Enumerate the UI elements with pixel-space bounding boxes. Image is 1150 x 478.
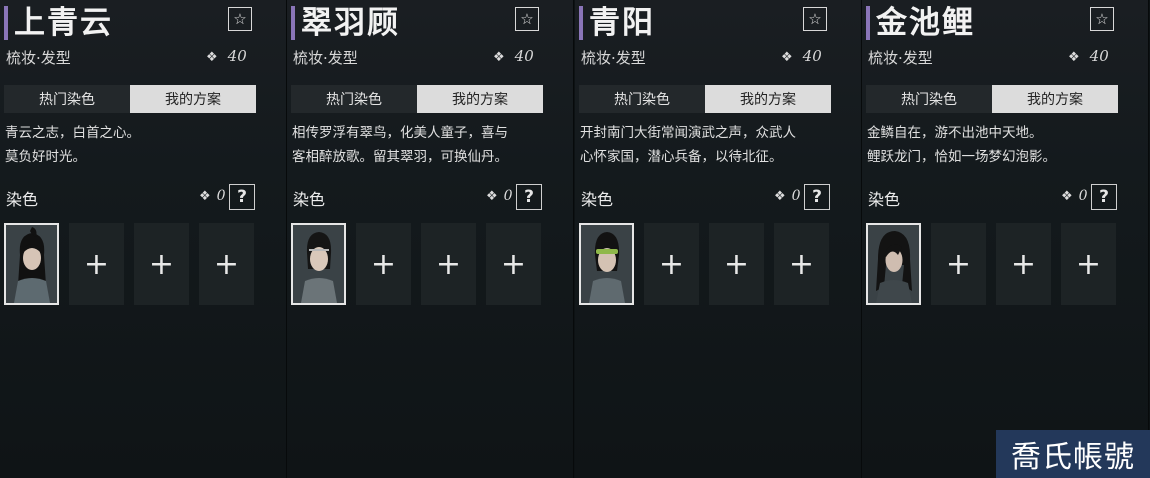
tab-my-schemes[interactable]: 我的方案: [992, 85, 1118, 113]
add-dye-slot-plus-icon[interactable]: +: [486, 223, 541, 305]
jade-coin-icon: ❖: [774, 189, 786, 204]
card-subtitle: 梳妆·发型: [6, 49, 71, 67]
add-dye-slot-plus-icon[interactable]: +: [709, 223, 764, 305]
description-line: 心怀家国，潜心兵备，以待北征。: [580, 149, 783, 165]
price-value: 40: [802, 47, 822, 65]
card-subtitle: 梳妆·发型: [868, 49, 933, 67]
watermark: 喬氏帳號: [996, 430, 1150, 478]
hairstyle-preview-thumbnail[interactable]: [291, 223, 346, 305]
add-dye-slot-plus-icon[interactable]: +: [199, 223, 254, 305]
card-title: 金池鲤: [876, 5, 975, 41]
dye-cost-value: 0: [216, 188, 226, 204]
price-value: 40: [514, 47, 534, 65]
add-dye-slot-plus-icon[interactable]: +: [69, 223, 124, 305]
description-line: 开封南门大街常闻演武之声，众武人: [580, 125, 796, 141]
card-title: 上青云: [14, 5, 113, 41]
hairstyle-card-jinchili: 金池鲤 ☆ 梳妆·发型 ❖ 40 热门染色 我的方案 金鳞自在，游不出池中天地。 …: [862, 0, 1149, 478]
jade-coin-icon: ❖: [1068, 50, 1080, 65]
card-title: 青阳: [589, 5, 655, 41]
favorite-star-icon[interactable]: ☆: [515, 7, 539, 31]
dye-cost-value: 0: [791, 188, 801, 204]
hairstyle-card-shangqingyun: 上青云 ☆ 梳妆·发型 ❖ 40 热门染色 我的方案 青云之志，白首之心。 莫负好…: [0, 0, 287, 478]
dye-cost-value: 0: [503, 188, 513, 204]
description-line: 鲤跃龙门，恰如一场梦幻泡影。: [867, 149, 1056, 165]
card-title: 翠羽顾: [301, 5, 400, 41]
add-dye-slot-plus-icon[interactable]: +: [421, 223, 476, 305]
dye-cost: ❖ 0: [199, 188, 226, 204]
title-accent-bar: [866, 6, 870, 40]
dye-label: 染色: [293, 190, 326, 209]
card-description: 金鳞自在，游不出池中天地。 鲤跃龙门，恰如一场梦幻泡影。: [867, 121, 1122, 169]
add-dye-slot-plus-icon[interactable]: +: [356, 223, 411, 305]
tab-popular-dyes[interactable]: 热门染色: [579, 85, 705, 113]
add-dye-slot-plus-icon[interactable]: +: [1061, 223, 1116, 305]
jade-coin-icon: ❖: [493, 50, 505, 65]
hairstyle-preview-thumbnail[interactable]: [4, 223, 59, 305]
hairstyle-preview-thumbnail[interactable]: [579, 223, 634, 305]
add-dye-slot-plus-icon[interactable]: +: [931, 223, 986, 305]
card-subtitle: 梳妆·发型: [293, 49, 358, 67]
description-line: 青云之志，白首之心。: [5, 125, 140, 141]
price-value: 40: [227, 47, 247, 65]
jade-coin-icon: ❖: [486, 189, 498, 204]
description-line: 金鳞自在，游不出池中天地。: [867, 125, 1043, 141]
dye-cost-value: 0: [1078, 188, 1088, 204]
title-accent-bar: [291, 6, 295, 40]
card-description: 开封南门大街常闻演武之声，众武人 心怀家国，潜心兵备，以待北征。: [580, 121, 835, 169]
hairstyle-card-qingyang: 青阳 ☆ 梳妆·发型 ❖ 40 热门染色 我的方案 开封南门大街常闻演武之声，众武…: [575, 0, 862, 478]
add-dye-slot-plus-icon[interactable]: +: [134, 223, 189, 305]
add-dye-slot-plus-icon[interactable]: +: [644, 223, 699, 305]
price-value: 40: [1089, 47, 1109, 65]
tab-popular-dyes[interactable]: 热门染色: [866, 85, 992, 113]
price: ❖ 40: [206, 47, 247, 65]
dye-slots: + + +: [579, 223, 829, 305]
card-description: 青云之志，白首之心。 莫负好时光。: [5, 121, 260, 169]
dye-label: 染色: [868, 190, 901, 209]
favorite-star-icon[interactable]: ☆: [1090, 7, 1114, 31]
dye-label: 染色: [6, 190, 39, 209]
tab-bar: 热门染色 我的方案: [4, 85, 256, 113]
tab-my-schemes[interactable]: 我的方案: [417, 85, 543, 113]
jade-coin-icon: ❖: [1061, 189, 1073, 204]
help-button[interactable]: ?: [804, 184, 830, 210]
price: ❖ 40: [1068, 47, 1109, 65]
dye-cost: ❖ 0: [486, 188, 513, 204]
dye-cost: ❖ 0: [774, 188, 801, 204]
card-description: 相传罗浮有翠鸟，化美人童子，喜与 客相醉放歌。留其翠羽，可换仙丹。: [292, 121, 547, 169]
tab-bar: 热门染色 我的方案: [866, 85, 1118, 113]
add-dye-slot-plus-icon[interactable]: +: [996, 223, 1051, 305]
dye-slots: + + +: [866, 223, 1116, 305]
tab-bar: 热门染色 我的方案: [291, 85, 543, 113]
price: ❖ 40: [781, 47, 822, 65]
card-subtitle: 梳妆·发型: [581, 49, 646, 67]
dye-slots: + + +: [291, 223, 541, 305]
dye-label: 染色: [581, 190, 614, 209]
add-dye-slot-plus-icon[interactable]: +: [774, 223, 829, 305]
help-button[interactable]: ?: [516, 184, 542, 210]
description-line: 相传罗浮有翠鸟，化美人童子，喜与: [292, 125, 508, 141]
tab-my-schemes[interactable]: 我的方案: [130, 85, 256, 113]
tab-bar: 热门染色 我的方案: [579, 85, 831, 113]
favorite-star-icon[interactable]: ☆: [228, 7, 252, 31]
title-accent-bar: [4, 6, 8, 40]
tab-popular-dyes[interactable]: 热门染色: [4, 85, 130, 113]
description-line: 莫负好时光。: [5, 149, 86, 165]
price: ❖ 40: [493, 47, 534, 65]
hairstyle-card-cuiyugu: 翠羽顾 ☆ 梳妆·发型 ❖ 40 热门染色 我的方案 相传罗浮有翠鸟，化美人童子，…: [287, 0, 574, 478]
help-button[interactable]: ?: [1091, 184, 1117, 210]
dye-cost: ❖ 0: [1061, 188, 1088, 204]
tab-my-schemes[interactable]: 我的方案: [705, 85, 831, 113]
jade-coin-icon: ❖: [206, 50, 218, 65]
jade-coin-icon: ❖: [781, 50, 793, 65]
favorite-star-icon[interactable]: ☆: [803, 7, 827, 31]
help-button[interactable]: ?: [229, 184, 255, 210]
tab-popular-dyes[interactable]: 热门染色: [291, 85, 417, 113]
dye-slots: + + +: [4, 223, 254, 305]
description-line: 客相醉放歌。留其翠羽，可换仙丹。: [292, 149, 508, 165]
jade-coin-icon: ❖: [199, 189, 211, 204]
hairstyle-preview-thumbnail[interactable]: [866, 223, 921, 305]
title-accent-bar: [579, 6, 583, 40]
